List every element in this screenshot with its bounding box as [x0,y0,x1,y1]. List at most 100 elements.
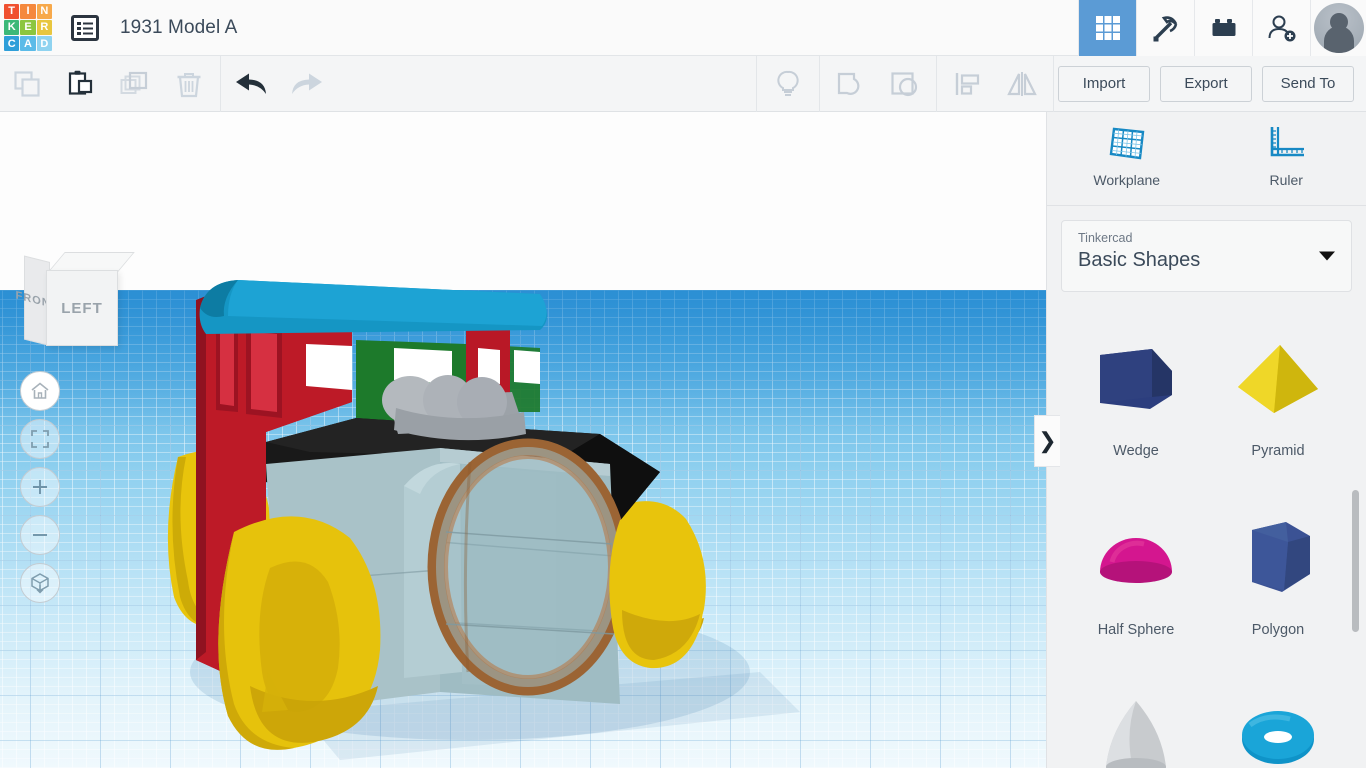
workplane-grid-icon [1105,124,1149,164]
toolbar-divider-3 [819,56,820,112]
shapes-panel: Workplane Ruler Tinkercad Basic Shapes [1046,112,1366,768]
viewport-background [0,112,1046,294]
page-title[interactable]: 1931 Model A [120,17,237,39]
pyramid-shape-icon [1223,326,1333,431]
toolbar-divider-5 [1053,56,1054,112]
shape-item-paraboloid[interactable]: Paraboloid [1065,684,1207,768]
home-icon [30,381,50,401]
paraboloid-shape-icon [1081,684,1191,768]
view-cube-front-face[interactable]: LEFT [46,270,118,346]
logo-tile-1: I [20,4,35,19]
torus-shape-icon [1223,684,1333,768]
shape-item-torus[interactable]: Torus [1207,684,1349,768]
trash-icon [174,69,204,99]
file-actions: Import Export Send To [1058,66,1366,102]
logo-tile-8: D [37,36,52,51]
fit-to-view-button[interactable] [20,419,60,459]
toolbar-left-group [0,56,333,112]
list-icon [71,15,99,41]
redo-button[interactable] [279,56,333,112]
align-button[interactable] [941,56,995,112]
toolbar-divider-2 [756,56,757,112]
workplane-tool[interactable]: Workplane [1067,124,1187,188]
import-button[interactable]: Import [1058,66,1150,102]
polygon-shape-icon [1223,505,1333,610]
group-button[interactable] [824,56,878,112]
ungroup-button[interactable] [878,56,932,112]
paste-icon [66,69,96,99]
perspective-toggle-button[interactable] [20,563,60,603]
minecraft-button[interactable] [1136,0,1194,56]
logo-tile-7: A [20,36,35,51]
logo-tile-0: T [4,4,19,19]
zoom-out-button[interactable] [20,515,60,555]
shape-label-wedge: Wedge [1113,443,1159,459]
shape-label-polygon: Polygon [1252,622,1304,638]
tinkercad-logo[interactable]: T I N K E R C A D [2,2,54,54]
logo-tile-4: E [20,20,35,35]
avatar[interactable] [1314,3,1364,53]
workplane-tool-label: Workplane [1093,172,1160,188]
mirror-button[interactable] [995,56,1049,112]
lego-bricks-button[interactable] [1194,0,1252,56]
duplicate-icon [119,69,151,99]
paste-button[interactable] [54,56,108,112]
documents-list-button[interactable] [68,11,102,45]
shape-item-half-sphere[interactable]: Half Sphere [1065,505,1207,638]
workplane-horizon-fade [0,290,1046,430]
tinkercad-3d-editor: T I N K E R C A D 1931 Model A [0,0,1366,768]
ungroup-shapes-icon [889,69,921,99]
lightbulb-icon [773,69,803,99]
invite-person-icon [1266,13,1298,43]
export-button[interactable]: Export [1160,66,1252,102]
chevron-down-icon [1319,252,1335,261]
toolbar-divider-4 [936,56,937,112]
align-icon [952,69,984,99]
hint-button[interactable] [761,56,815,112]
header-right-actions [1078,0,1366,56]
minus-icon [30,525,50,545]
shape-item-pyramid[interactable]: Pyramid [1207,326,1349,459]
shape-item-wedge[interactable]: Wedge [1065,326,1207,459]
undo-arrow-icon [233,70,271,98]
lego-brick-icon [1209,13,1239,43]
view-cube[interactable]: FRONT LEFT [22,248,134,360]
library-supertitle: Tinkercad [1078,231,1335,245]
half-sphere-shape-icon [1081,505,1191,610]
shapes-scrollbar[interactable] [1352,490,1359,632]
avatar-container [1310,0,1366,56]
collapse-panel-button[interactable]: ❯ [1034,415,1060,467]
delete-button[interactable] [162,56,216,112]
send-to-button[interactable]: Send To [1262,66,1354,102]
shape-item-polygon[interactable]: Polygon [1207,505,1349,638]
grid-gallery-icon [1093,13,1123,43]
copy-button[interactable] [0,56,54,112]
invite-collaborator-button[interactable] [1252,0,1310,56]
logo-tile-6: C [4,36,19,51]
home-view-button[interactable] [20,371,60,411]
3d-viewport[interactable]: FRONT LEFT [0,112,1046,768]
redo-arrow-icon [287,70,325,98]
ruler-tool-label: Ruler [1270,172,1303,188]
shape-label-pyramid: Pyramid [1251,443,1304,459]
duplicate-button[interactable] [108,56,162,112]
zoom-in-button[interactable] [20,467,60,507]
copy-icon [12,69,42,99]
wedge-shape-icon [1081,326,1191,431]
logo-tile-2: N [37,4,52,19]
ruler-tool[interactable]: Ruler [1226,124,1346,188]
ruler-icon [1264,124,1308,164]
pickaxe-minecraft-icon [1151,13,1181,43]
undo-button[interactable] [225,56,279,112]
shape-library-select[interactable]: Tinkercad Basic Shapes [1061,220,1352,292]
view-cube-top-face[interactable] [48,252,135,272]
edit-toolbar: Import Export Send To [0,56,1366,112]
toolbar-divider [220,56,221,112]
group-shapes-icon [835,69,867,99]
gallery-grid-button[interactable] [1078,0,1136,56]
plus-icon [30,477,50,497]
toolbar-right-group [752,56,1058,112]
fit-brackets-icon [30,429,50,449]
logo-tile-3: K [4,20,19,35]
mirror-flip-icon [1005,69,1039,99]
